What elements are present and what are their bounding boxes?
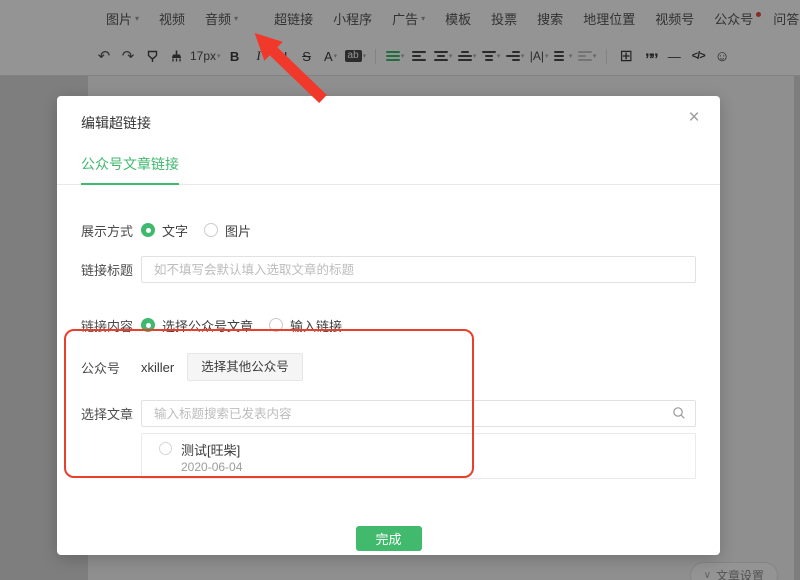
official-account-label: 公众号: [81, 358, 141, 377]
link-title-label: 链接标题: [81, 260, 141, 279]
dialog-tabs: 公众号文章链接: [57, 154, 720, 185]
radio-option-select-article[interactable]: 选择公众号文章: [141, 316, 253, 335]
display-mode-row: 展示方式 文字 图片: [81, 220, 696, 240]
choose-article-row: 选择文章: [81, 400, 696, 427]
edit-hyperlink-dialog: 编辑超链接 × 公众号文章链接 展示方式 文字 图片 链接标题: [57, 96, 720, 555]
radio-unselected-icon: [269, 318, 283, 332]
account-name: xkiller: [141, 360, 174, 375]
link-title-row: 链接标题: [81, 256, 696, 283]
radio-selected-icon: [141, 223, 155, 237]
radio-unselected-icon: [204, 223, 218, 237]
official-account-row: 公众号 xkiller 选择其他公众号: [81, 352, 696, 382]
dialog-footer: 完成: [81, 526, 696, 551]
link-title-input[interactable]: [141, 256, 696, 283]
choose-other-account-button[interactable]: 选择其他公众号: [187, 353, 303, 382]
wechat-editor-page: 图片▾ 视频 音频▾ 超链接 小程序 广告▾ 模板 投票 搜索 地理位置 视频号…: [0, 0, 800, 580]
tab-official-article-link[interactable]: 公众号文章链接: [81, 154, 179, 185]
search-icon[interactable]: [672, 406, 686, 425]
link-content-row: 链接内容 选择公众号文章 输入链接: [81, 315, 696, 335]
article-results-row: 测试[旺柴] 2020-06-04: [81, 433, 696, 479]
article-title: 测试[旺柴]: [181, 443, 242, 459]
done-button[interactable]: 完成: [356, 526, 422, 551]
radio-unselected-icon[interactable]: [159, 442, 172, 455]
radio-selected-icon: [141, 318, 155, 332]
choose-article-label: 选择文章: [81, 404, 141, 423]
close-icon[interactable]: ×: [683, 107, 705, 129]
display-mode-label: 展示方式: [81, 221, 141, 240]
radio-option-input-url[interactable]: 输入链接: [269, 316, 342, 335]
article-result-item[interactable]: 测试[旺柴] 2020-06-04: [141, 433, 696, 479]
radio-option-text[interactable]: 文字: [141, 221, 188, 240]
dialog-title: 编辑超链接: [81, 113, 696, 133]
article-search-input[interactable]: [141, 400, 696, 427]
link-content-label: 链接内容: [81, 316, 141, 335]
article-date: 2020-06-04: [181, 460, 242, 475]
radio-option-image[interactable]: 图片: [204, 221, 251, 240]
